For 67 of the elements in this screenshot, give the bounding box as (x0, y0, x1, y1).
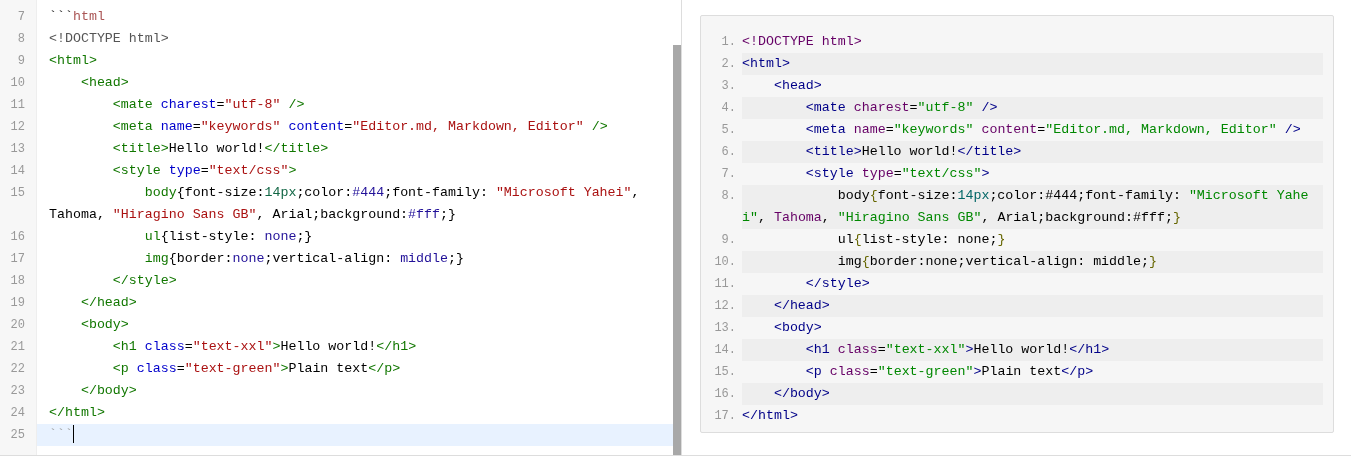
line-number: 18 (0, 270, 37, 292)
line-number: 14 (0, 160, 37, 182)
line-number: 15 (0, 182, 37, 226)
code-line: <p class="text-green">Plain text</p> (111, 360, 402, 378)
line-number: 7 (0, 6, 37, 28)
line-number: 22 (0, 358, 37, 380)
line-number: 17 (0, 248, 37, 270)
code-line: <style type="text/css"> (111, 162, 298, 180)
line-number: 13. (713, 320, 737, 337)
line-number: 15. (713, 364, 737, 381)
code-line: <!DOCTYPE html> (742, 33, 863, 51)
code-line: <h1 class="text-xxl">Hello world!</h1> (111, 338, 418, 356)
line-number: 9 (0, 50, 37, 72)
gutter-background (0, 446, 37, 455)
code-line: ul{list-style: none;} (143, 228, 314, 246)
code-line: <body> (772, 319, 823, 337)
code-line: <body> (79, 316, 130, 334)
line-number: 6. (720, 144, 737, 161)
line-number: 9. (720, 232, 737, 249)
line-number: 16 (0, 226, 37, 248)
code-line: img{border:none;vertical-align: middle;} (143, 250, 465, 268)
line-number: 25 (0, 424, 37, 446)
code-line: <title>Hello world!</title> (111, 140, 330, 158)
code-line: </style> (111, 272, 178, 290)
line-number: 3. (720, 78, 737, 95)
line-number: 24 (0, 402, 37, 424)
line-number: 13 (0, 138, 37, 160)
line-number: 8 (0, 28, 37, 50)
code-line: <meta name="keywords" content="Editor.md, Markdown, Editor" /> (804, 121, 1302, 139)
line-number: 12. (713, 298, 737, 315)
code-line: </style> (804, 275, 871, 293)
text-cursor (72, 425, 74, 444)
code-line: <head> (79, 74, 130, 92)
line-number: 21 (0, 336, 37, 358)
line-number: 23 (0, 380, 37, 402)
code-line: </head> (79, 294, 138, 312)
code-line: ```html (48, 8, 106, 26)
code-line: <head> (772, 77, 823, 95)
line-number: 10 (0, 72, 37, 94)
code-line: <mate charest="utf-8" /> (111, 96, 306, 114)
code-line: </html> (742, 407, 799, 425)
line-number: 16. (713, 386, 737, 403)
line-number: 5. (720, 122, 737, 139)
code-line: </body> (79, 382, 138, 400)
line-number: 10. (713, 254, 737, 271)
line-number: 14. (713, 342, 737, 359)
code-line: body{font-size:14px;color:#444;font-family: "Microsoft Yahei", Tahoma, "Hiragino Sans GB", Arial;background:#fff;} (48, 184, 641, 224)
code-line: ul{list-style: none;} (836, 231, 1007, 249)
code-line: <meta name="keywords" content="Editor.md, Markdown, Editor" /> (111, 118, 609, 136)
line-number: 17. (713, 408, 737, 425)
code-line: <p class="text-green">Plain text</p> (804, 363, 1095, 381)
line-number: 12 (0, 116, 37, 138)
line-number: 19 (0, 292, 37, 314)
code-line: <html> (48, 52, 98, 70)
line-number: 20 (0, 314, 37, 336)
code-line: <!DOCTYPE html> (48, 30, 170, 48)
code-line: </html> (48, 404, 106, 422)
line-number: 11. (713, 276, 737, 293)
line-number: 4. (720, 100, 737, 117)
line-number: 2. (720, 56, 737, 73)
line-number: 1. (720, 34, 737, 51)
code-line: <style type="text/css"> (804, 165, 991, 183)
editor-pane[interactable] (0, 0, 681, 456)
line-number: 7. (720, 166, 737, 183)
scrollbar-thumb[interactable] (673, 45, 681, 455)
line-number: 8. (720, 188, 737, 205)
line-number: 11 (0, 94, 37, 116)
